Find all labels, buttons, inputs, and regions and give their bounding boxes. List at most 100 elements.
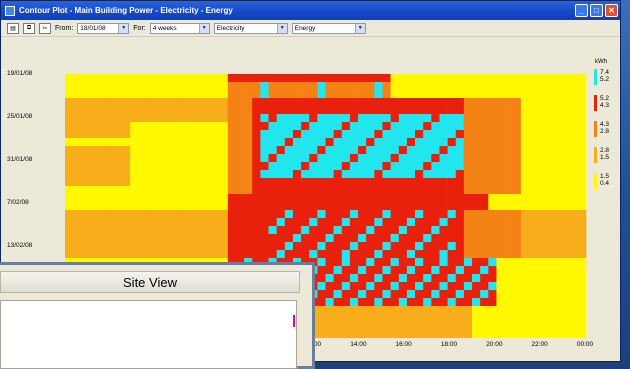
- heatmap-cell: [341, 194, 351, 203]
- cut-icon[interactable]: ✂: [39, 22, 51, 34]
- heatmap-cell: [113, 250, 123, 259]
- heatmap-cell: [553, 202, 562, 211]
- heatmap-cell: [553, 282, 562, 291]
- heatmap-cell: [73, 250, 82, 259]
- heatmap-cell: [512, 122, 522, 131]
- heatmap-cell: [227, 202, 237, 211]
- chevron-down-icon[interactable]: ▼: [354, 23, 365, 33]
- measure-select[interactable]: Energy ▼: [291, 22, 366, 34]
- chevron-down-icon[interactable]: ▼: [276, 23, 287, 33]
- heatmap-cell: [162, 122, 172, 131]
- heatmap-cell: [512, 274, 522, 283]
- heatmap-cell: [244, 234, 253, 243]
- heatmap-cell: [447, 186, 457, 195]
- heatmap-cell: [81, 162, 90, 171]
- heatmap-cell: [81, 178, 90, 187]
- heatmap-cell: [374, 274, 383, 283]
- heatmap-cell: [195, 154, 204, 163]
- from-date-select[interactable]: 18/01/08 ▼: [77, 22, 130, 34]
- heatmap-cell: [537, 154, 546, 163]
- legend-value: 0.4: [600, 180, 610, 187]
- heatmap-cell: [537, 178, 546, 187]
- heatmap-cell: [390, 194, 400, 203]
- heatmap-cell: [390, 250, 400, 259]
- heatmap-cell: [390, 170, 400, 179]
- print-icon[interactable]: ▤: [7, 22, 19, 34]
- heatmap-cell: [439, 106, 448, 115]
- heatmap-cell: [333, 266, 343, 275]
- heatmap-cell: [382, 170, 391, 179]
- heatmap-cell: [561, 250, 571, 259]
- heatmap-cell: [317, 186, 326, 195]
- heatmap-cell: [138, 138, 147, 147]
- heatmap-cell: [374, 122, 383, 131]
- heatmap-cell: [472, 234, 481, 243]
- heatmap-cell: [97, 170, 106, 179]
- heatmap-cell: [561, 274, 571, 283]
- maximize-button[interactable]: □: [590, 4, 603, 17]
- heatmap-cell: [235, 138, 245, 147]
- heatmap-cell: [431, 170, 440, 179]
- heatmap-cell: [195, 178, 204, 187]
- heatmap-cell: [455, 130, 465, 139]
- utility-select[interactable]: Electricity ▼: [213, 22, 288, 34]
- heatmap-cell: [382, 194, 391, 203]
- heatmap-cell: [235, 162, 245, 171]
- heatmap-cell: [244, 162, 253, 171]
- legend-value: 7.4: [600, 69, 610, 76]
- copy-icon[interactable]: ⧉: [23, 22, 35, 34]
- heatmap-cell: [81, 90, 90, 99]
- heatmap-cell: [349, 330, 359, 338]
- heatmap-cell: [341, 74, 351, 83]
- site-view-header[interactable]: Site View: [0, 271, 300, 293]
- heatmap-cell: [105, 178, 115, 187]
- period-select[interactable]: 4 weeks ▼: [149, 22, 210, 34]
- heatmap-cell: [390, 82, 400, 91]
- heatmap-cell: [268, 146, 277, 155]
- chevron-down-icon[interactable]: ▼: [198, 23, 209, 33]
- heatmap-cell: [366, 218, 375, 227]
- heatmap-cell: [439, 290, 448, 299]
- heatmap-cell: [488, 274, 497, 283]
- heatmap-cell: [121, 122, 131, 131]
- heatmap-cell: [349, 210, 359, 219]
- heatmap-cell: [292, 210, 302, 219]
- heatmap-cell: [496, 282, 505, 291]
- heatmap-cell: [545, 114, 554, 123]
- heatmap-cell: [292, 178, 302, 187]
- heatmap-cell: [235, 114, 245, 123]
- heatmap-cell: [211, 210, 220, 219]
- heatmap-cell: [276, 74, 286, 83]
- heatmap-cell: [260, 186, 269, 195]
- heatmap-cell: [170, 138, 180, 147]
- heatmap-cell: [97, 138, 106, 147]
- heatmap-cell: [455, 122, 465, 131]
- heatmap-cell: [170, 218, 180, 227]
- heatmap-cell: [244, 226, 253, 235]
- heatmap-cell: [162, 178, 172, 187]
- close-button[interactable]: ✕: [605, 4, 618, 17]
- heatmap-cell: [447, 138, 457, 147]
- heatmap-cell: [81, 186, 90, 195]
- heatmap-cell: [472, 202, 481, 211]
- heatmap-cell: [317, 322, 326, 331]
- heatmap-cell: [244, 194, 253, 203]
- heatmap-cell: [366, 226, 375, 235]
- minimize-button[interactable]: _: [575, 4, 588, 17]
- heatmap-cell: [170, 130, 180, 139]
- heatmap-cell: [211, 162, 220, 171]
- chevron-down-icon[interactable]: ▼: [118, 23, 129, 33]
- heatmap-cell: [292, 114, 302, 123]
- title-bar[interactable]: Contour Plot - Main Building Power - Ele…: [1, 1, 620, 20]
- heatmap-cell: [341, 290, 351, 299]
- heatmap-cell: [569, 210, 579, 219]
- site-view-body[interactable]: [0, 300, 297, 369]
- heatmap-cell: [496, 114, 505, 123]
- heatmap-cell: [480, 258, 489, 267]
- heatmap-cell: [488, 130, 497, 139]
- heatmap-cell: [577, 154, 587, 163]
- heatmap-cell: [276, 106, 286, 115]
- heatmap-cell: [529, 314, 538, 323]
- heatmap-cell: [341, 114, 351, 123]
- heatmap-cell: [121, 114, 131, 123]
